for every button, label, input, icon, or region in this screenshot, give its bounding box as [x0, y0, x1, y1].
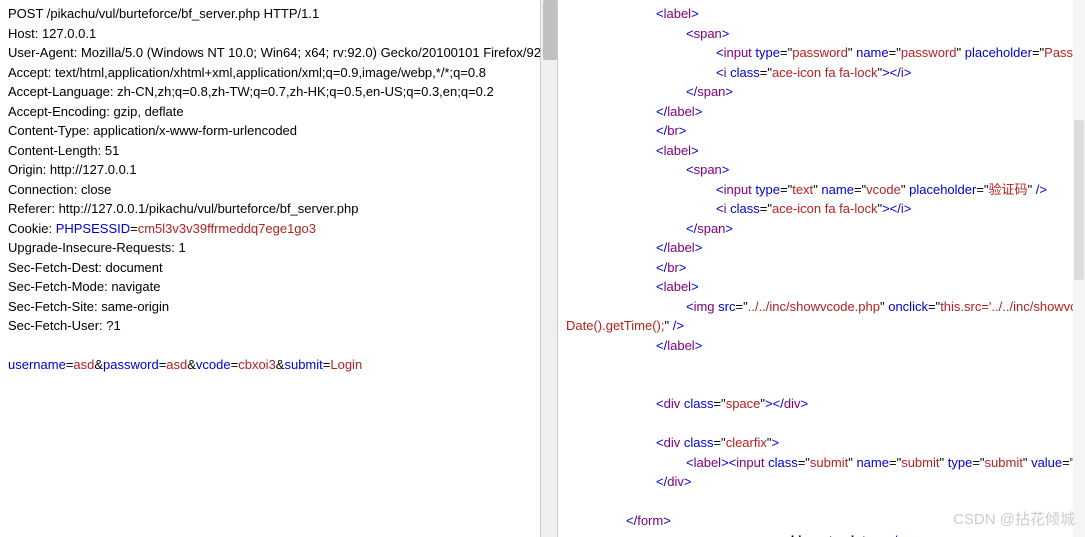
param-name: password	[103, 357, 159, 372]
header-line: Sec-Fetch-Mode: navigate	[8, 277, 532, 297]
right-scrollbar-thumb[interactable]	[1074, 120, 1084, 280]
cookie-name: PHPSESSID	[56, 221, 130, 236]
blank-line	[8, 336, 532, 355]
source-line: </span>	[566, 219, 1077, 239]
http-headers: POST /pikachu/vul/burteforce/bf_server.p…	[8, 4, 532, 219]
header-line: Accept-Encoding: gzip, deflate	[8, 102, 532, 122]
source-line: <i class="ace-icon fa fa-lock"></i>	[566, 63, 1077, 83]
left-scrollbar-thumb[interactable]	[543, 0, 557, 60]
source-line: </label>	[566, 238, 1077, 258]
source-line: <img src="../../inc/showvcode.php" oncli…	[566, 297, 1077, 317]
http-headers-2: Upgrade-Insecure-Requests: 1Sec-Fetch-De…	[8, 238, 532, 336]
cookie-value: cm5l3v3v39ffrmeddq7ege1go3	[138, 221, 316, 236]
source-line: <input type="text" name="vcode" placehol…	[566, 180, 1077, 200]
source-line: <input type="password" name="password" p…	[566, 43, 1077, 63]
source-line: <div class="space"></div>	[566, 394, 1077, 414]
pane-divider[interactable]	[540, 0, 558, 537]
param-name: username	[8, 357, 66, 372]
header-line: Content-Length: 51	[8, 141, 532, 161]
cookie-header: Cookie: PHPSESSID=cm5l3v3v39ffrmeddq7ege…	[8, 219, 532, 239]
source-line: <label><input class="submit" name="submi…	[566, 453, 1077, 473]
param-name: submit	[284, 357, 322, 372]
source-line	[566, 355, 1077, 375]
request-body: username=asd&password=asd&vcode=cbxoi3&s…	[8, 355, 532, 375]
source-line: </form>	[566, 511, 1077, 531]
html-source-view: <label><span><input type="password" name…	[566, 4, 1077, 537]
source-line: <label>	[566, 141, 1077, 161]
source-line: <label>	[566, 4, 1077, 24]
param-value: Login	[330, 357, 362, 372]
param-value: asd	[166, 357, 187, 372]
request-pane[interactable]: POST /pikachu/vul/burteforce/bf_server.p…	[0, 0, 540, 537]
param-name: vcode	[196, 357, 231, 372]
source-line: <label>	[566, 277, 1077, 297]
header-line: User-Agent: Mozilla/5.0 (Windows NT 10.0…	[8, 43, 532, 63]
source-line: <div class="clearfix">	[566, 433, 1077, 453]
header-line: Content-Type: application/x-www-form-url…	[8, 121, 532, 141]
source-line	[566, 375, 1077, 395]
param-value: cbxoi3	[238, 357, 276, 372]
header-line: Upgrade-Insecure-Requests: 1	[8, 238, 532, 258]
source-line: <span>	[566, 24, 1077, 44]
header-line: Referer: http://127.0.0.1/pikachu/vul/bu…	[8, 199, 532, 219]
source-line: <p> username or password is not exists～<…	[566, 531, 1077, 537]
source-line: <i class="ace-icon fa fa-lock"></i>	[566, 199, 1077, 219]
header-line: Sec-Fetch-Dest: document	[8, 258, 532, 278]
header-line: Origin: http://127.0.0.1	[8, 160, 532, 180]
source-line: <span>	[566, 160, 1077, 180]
header-line: Host: 127.0.0.1	[8, 24, 532, 44]
source-line	[566, 414, 1077, 434]
split-view: POST /pikachu/vul/burteforce/bf_server.p…	[0, 0, 1085, 537]
source-line	[566, 492, 1077, 512]
source-line: </label>	[566, 336, 1077, 356]
source-line: Date().getTime();" />	[566, 316, 1077, 336]
source-line: </br>	[566, 258, 1077, 278]
header-line: Sec-Fetch-Site: same-origin	[8, 297, 532, 317]
response-pane[interactable]: <label><span><input type="password" name…	[558, 0, 1085, 537]
right-scrollbar[interactable]	[1073, 0, 1085, 537]
header-line: Connection: close	[8, 180, 532, 200]
header-line: POST /pikachu/vul/burteforce/bf_server.p…	[8, 4, 532, 24]
source-line: </br>	[566, 121, 1077, 141]
cookie-label: Cookie:	[8, 221, 56, 236]
header-line: Sec-Fetch-User: ?1	[8, 316, 532, 336]
source-line: </label>	[566, 102, 1077, 122]
source-line: </span>	[566, 82, 1077, 102]
header-line: Accept-Language: zh-CN,zh;q=0.8,zh-TW;q=…	[8, 82, 532, 102]
header-line: Accept: text/html,application/xhtml+xml,…	[8, 63, 532, 83]
param-value: asd	[73, 357, 94, 372]
source-line: </div>	[566, 472, 1077, 492]
